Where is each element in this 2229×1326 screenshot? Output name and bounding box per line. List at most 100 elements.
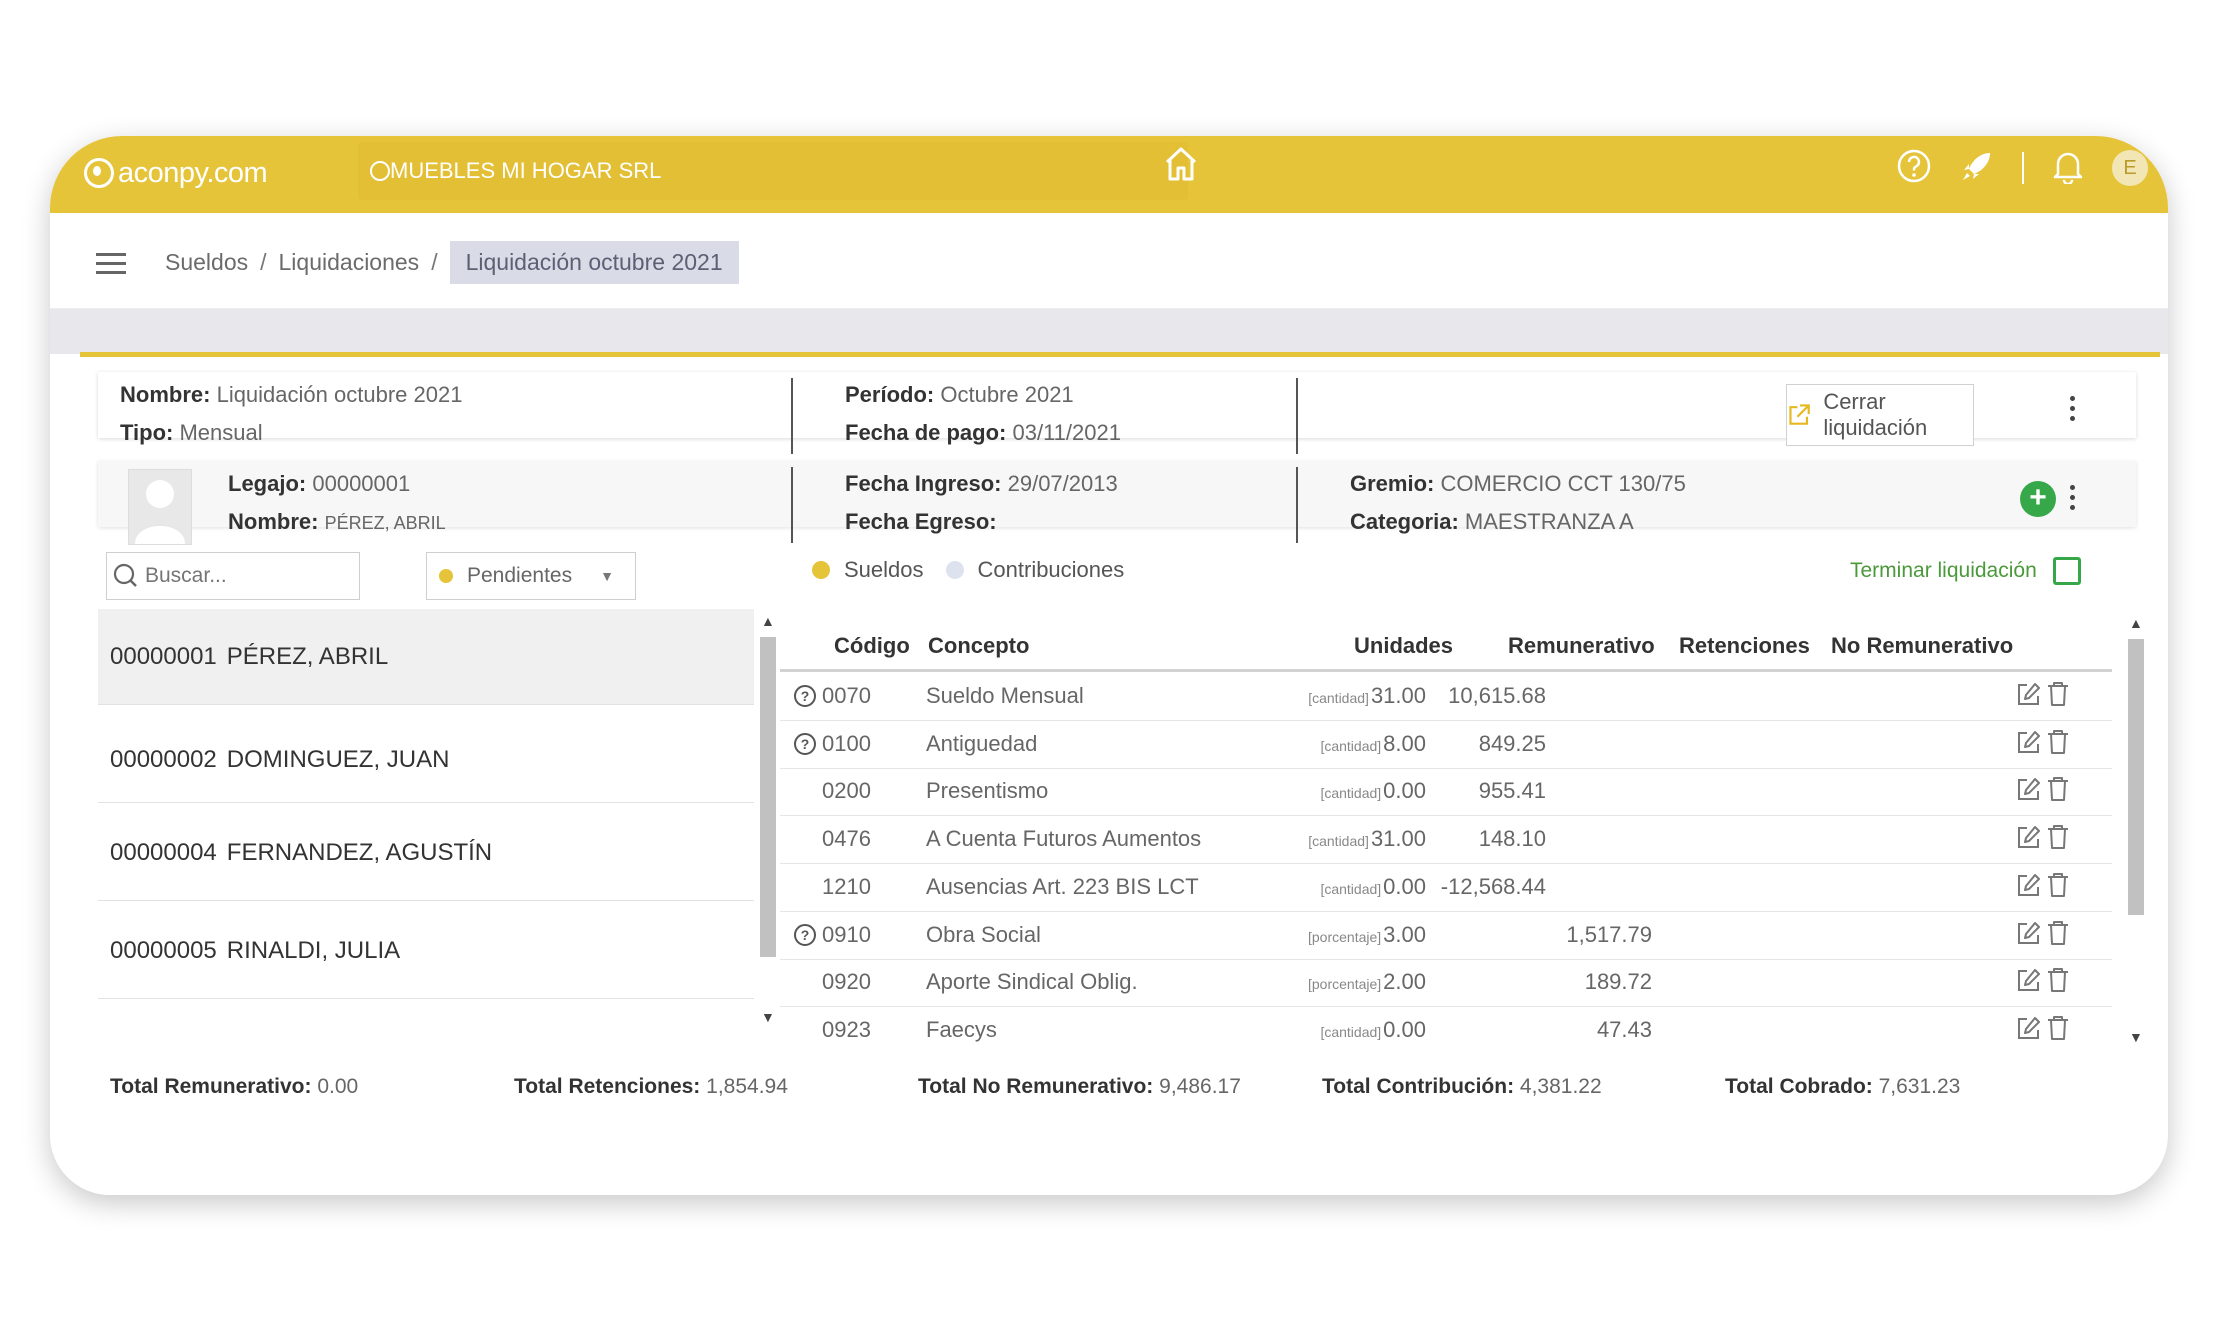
codigo-cell: 0923 — [822, 1016, 871, 1042]
bell-icon[interactable] — [2052, 148, 2084, 189]
employee-item[interactable]: 00000002 DOMINGUEZ, JUAN — [98, 707, 754, 803]
col-retenciones: Retenciones — [1679, 633, 1810, 658]
rocket-icon[interactable] — [1960, 149, 1994, 188]
concepto-cell: Aporte Sindical Oblig. — [926, 969, 1138, 995]
trash-icon[interactable] — [2046, 681, 2070, 713]
liquidacion-nombre: Nombre: Liquidación octubre 2021 — [120, 382, 463, 407]
breadcrumb: Sueldos / Liquidaciones / Liquidación oc… — [165, 241, 739, 284]
add-concept-button[interactable]: + — [2020, 481, 2056, 517]
codigo-cell: ? 0910 — [794, 922, 871, 948]
breadcrumb-bar: Sueldos / Liquidaciones / Liquidación oc… — [50, 213, 2168, 309]
edit-icon[interactable] — [2016, 1015, 2042, 1047]
user-avatar[interactable]: E — [2112, 150, 2148, 186]
table-row: 0200 Presentismo [cantidad]0.00 955.41 — [780, 768, 2112, 817]
legend-contribuciones[interactable]: Contribuciones — [978, 557, 1125, 583]
concepto-cell: A Cuenta Futuros Aumentos — [926, 826, 1202, 852]
unidades-cell[interactable]: [porcentaje]3.00 — [1186, 922, 1426, 948]
help-icon[interactable]: ? — [794, 923, 816, 946]
totals-bar: Total Remunerativo: 0.00 Total Retencion… — [80, 1053, 2160, 1119]
breadcrumb-item-sueldos[interactable]: Sueldos — [165, 249, 248, 276]
scrollbar-thumb[interactable] — [2128, 639, 2144, 915]
trash-icon[interactable] — [2046, 967, 2070, 999]
retenciones-cell: 189.72 — [1584, 969, 1652, 995]
total-contribucion: Total Contribución: 4,381.22 — [1322, 1075, 1602, 1098]
liquidacion-fecha-pago: Fecha de pago: 03/11/2021 — [845, 420, 1121, 445]
logo[interactable]: aconpy.com — [84, 148, 268, 198]
employee-item[interactable]: 00000005 RINALDI, JULIA — [98, 903, 754, 999]
help-icon[interactable]: ? — [794, 732, 816, 755]
home-icon[interactable] — [1164, 146, 1198, 187]
codigo-cell: 0200 — [822, 778, 871, 804]
codigo-cell: ? 0100 — [794, 731, 871, 757]
empleado-info: Legajo: 00000001 Nombre: PÉREZ, ABRIL Fe… — [98, 461, 2136, 545]
remunerativo-cell: 849.25 — [1478, 730, 1546, 756]
total-remunerativo: Total Remunerativo: 0.00 — [110, 1075, 359, 1098]
scrollbar-thumb[interactable] — [760, 637, 776, 957]
cerrar-liquidacion-label: Cerrar liquidación — [1823, 389, 1928, 440]
terminar-liquidacion-checkbox[interactable] — [2052, 557, 2081, 585]
edit-icon[interactable] — [2016, 729, 2042, 761]
search-input[interactable] — [143, 563, 337, 589]
edit-icon[interactable] — [2016, 920, 2042, 952]
concepts-table: Código Concepto Unidades Remunerativo Re… — [780, 609, 2112, 1049]
trash-icon[interactable] — [2046, 872, 2070, 904]
divider — [791, 467, 793, 543]
employee-item[interactable]: 00000004 FERNANDEZ, AGUSTÍN — [98, 805, 754, 901]
table-row: ? 0100 Antiguedad [cantidad]8.00 849.25 — [780, 721, 2112, 769]
table-row: 1210 Ausencias Art. 223 BIS LCT [cantida… — [780, 864, 2112, 912]
empleado-gremio: Gremio: COMERCIO CCT 130/75 — [1350, 471, 1686, 496]
scroll-up-icon[interactable]: ▲ — [2129, 615, 2143, 631]
col-no-remunerativo: No Remunerativo — [1831, 633, 2014, 658]
status-filter-value: Pendientes — [467, 564, 573, 587]
scroll-up-icon[interactable]: ▲ — [761, 613, 775, 629]
employee-item[interactable]: 00000001 PÉREZ, ABRIL — [98, 609, 754, 705]
help-icon[interactable]: ? — [794, 685, 816, 707]
edit-icon[interactable] — [2016, 967, 2042, 999]
table-row: 0923 Faecys [cantidad]0.00 47.43 — [780, 1007, 2112, 1049]
liquidacion-info: Nombre: Liquidación octubre 2021 Tipo: M… — [98, 372, 2136, 454]
employee-list: 00000001 PÉREZ, ABRIL 00000002 DOMINGUEZ, … — [98, 609, 754, 1033]
app-window: aconpy.com MUEBLES MI HOGAR SRL E Sueldo… — [50, 136, 2168, 1195]
menu-icon[interactable] — [96, 251, 126, 280]
table-scrollbar[interactable]: ▲ ▼ — [2124, 609, 2146, 1049]
legend-dot-contribuciones — [945, 561, 964, 579]
top-bar: aconpy.com MUEBLES MI HOGAR SRL E — [50, 136, 2168, 213]
empleado-more-icon[interactable] — [2070, 485, 2076, 510]
trash-icon[interactable] — [2046, 824, 2070, 856]
unidades-cell[interactable]: [porcentaje]2.00 — [1186, 969, 1426, 995]
liquidacion-periodo: Período: Octubre 2021 — [845, 382, 1074, 407]
scroll-down-icon[interactable]: ▼ — [761, 1009, 775, 1025]
liquidacion-more-icon[interactable] — [2070, 396, 2076, 421]
breadcrumb-item-liquidaciones[interactable]: Liquidaciones — [279, 249, 420, 276]
legend-dot-sueldos — [812, 561, 830, 579]
table-row: 0920 Aporte Sindical Oblig. [porcentaje]… — [780, 959, 2112, 1008]
employee-search[interactable] — [106, 552, 360, 600]
status-filter[interactable]: Pendientes ▼ — [426, 552, 636, 600]
edit-icon[interactable] — [2016, 776, 2042, 808]
remunerativo-cell: -12,568.44 — [1440, 873, 1546, 899]
edit-icon[interactable] — [2016, 872, 2042, 904]
company-selector[interactable]: MUEBLES MI HOGAR SRL — [358, 142, 1188, 200]
concepto-cell: Faecys — [926, 1016, 997, 1042]
search-icon — [113, 563, 137, 587]
empleado-legajo: Legajo: 00000001 — [228, 471, 411, 496]
edit-icon[interactable] — [2016, 824, 2042, 856]
scroll-down-icon[interactable]: ▼ — [2129, 1029, 2143, 1045]
trash-icon[interactable] — [2046, 729, 2070, 761]
legend-sueldos[interactable]: Sueldos — [844, 557, 924, 583]
breadcrumb-separator: / — [431, 249, 438, 275]
trash-icon[interactable] — [2046, 920, 2070, 952]
unidades-cell[interactable]: [cantidad]0.00 — [1186, 1017, 1426, 1043]
remunerativo-cell: 148.10 — [1478, 826, 1546, 852]
terminar-liquidacion[interactable]: Terminar liquidación — [1850, 557, 2081, 585]
employee-list-scrollbar[interactable]: ▲ ▼ — [756, 609, 778, 1033]
trash-icon[interactable] — [2046, 776, 2070, 808]
retenciones-cell: 1,517.79 — [1566, 921, 1652, 947]
edit-icon[interactable] — [2016, 681, 2042, 713]
divider — [791, 378, 793, 454]
cerrar-liquidacion-button[interactable]: Cerrar liquidación — [1786, 384, 1974, 446]
table-row: 0476 A Cuenta Futuros Aumentos [cantidad… — [780, 816, 2112, 865]
trash-icon[interactable] — [2046, 1015, 2070, 1047]
help-icon[interactable] — [1896, 148, 1932, 189]
concepto-cell: Sueldo Mensual — [926, 683, 1084, 708]
